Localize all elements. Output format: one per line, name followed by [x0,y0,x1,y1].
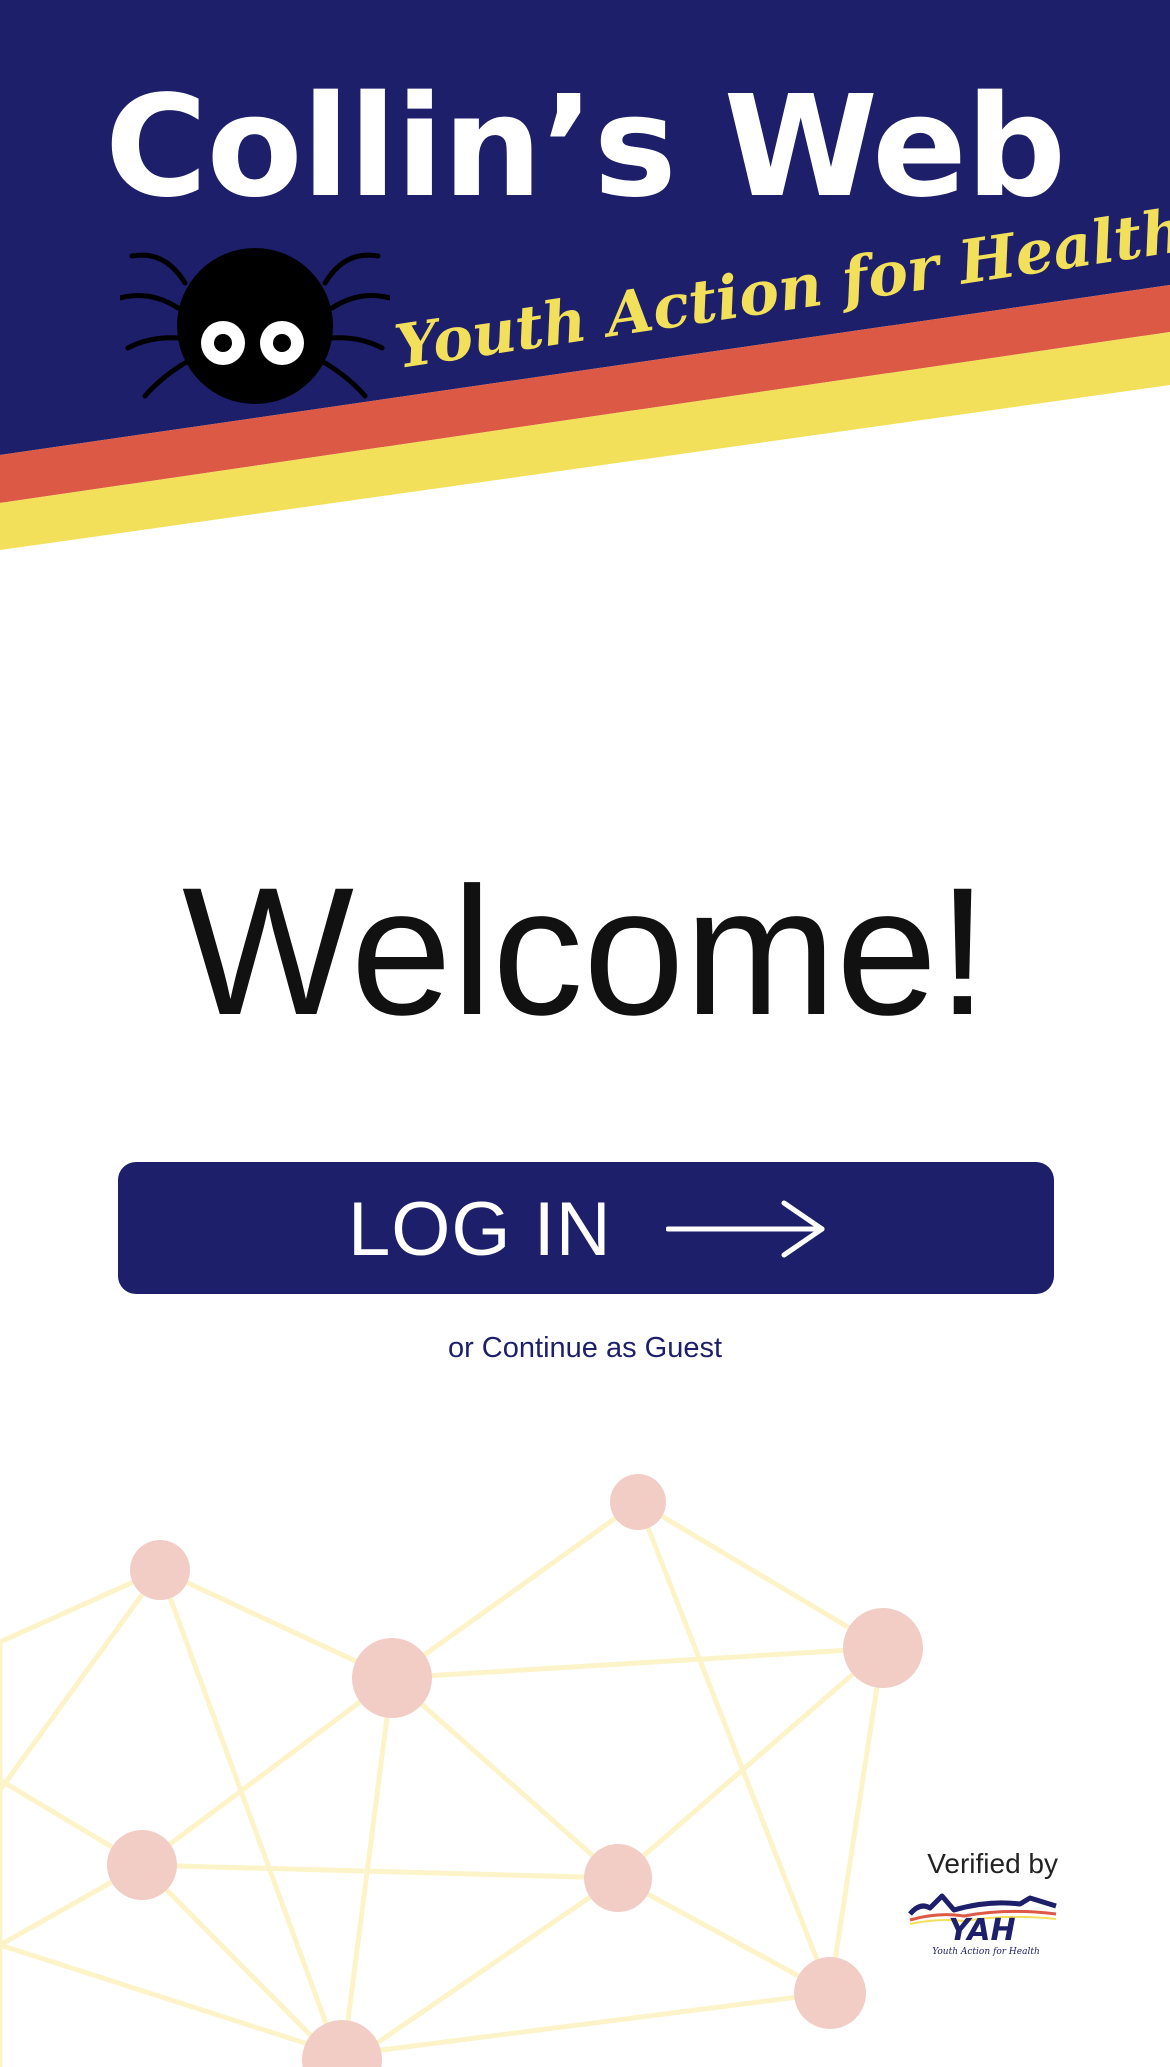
app-title: Collin’s Web [104,66,1066,229]
continue-as-guest-link[interactable]: or Continue as Guest [0,1334,1170,1363]
yah-logo: YAH Youth Action for Health [908,1893,1057,1957]
verified-by-label: Verified by [927,1848,1058,1879]
yah-logo-subtext: Youth Action for Health [932,1947,1040,1957]
login-button-label: LOG IN [348,1187,612,1272]
network-graph-decoration [0,1474,923,2067]
network-node [130,1540,190,1600]
network-node [302,2020,382,2067]
arrow-right-icon [666,1200,825,1258]
network-node [352,1638,432,1718]
network-node [843,1608,923,1688]
spider-mascot-icon [120,248,390,404]
network-node [584,1844,652,1912]
welcome-heading: Welcome! [182,849,988,1053]
network-node [794,1957,866,2029]
network-node [610,1474,666,1530]
network-node [107,1830,177,1900]
welcome-screen: Collin’s Web Youth Action for Health Wel… [0,0,1170,2067]
yah-logo-text: YAH [948,1913,1015,1948]
login-button[interactable]: LOG IN [118,1162,1054,1294]
